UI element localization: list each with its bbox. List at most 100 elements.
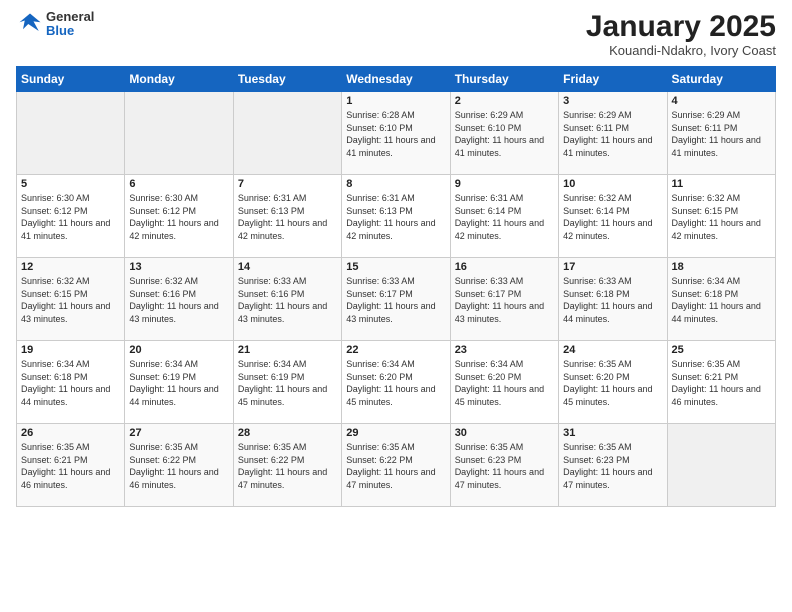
logo: General Blue: [16, 10, 94, 39]
day-number: 30: [455, 427, 554, 439]
day-info: Sunrise: 6:35 AMSunset: 6:22 PMDaylight:…: [238, 441, 337, 491]
col-monday: Monday: [125, 67, 233, 92]
calendar-cell: 30 Sunrise: 6:35 AMSunset: 6:23 PMDayligh…: [450, 424, 558, 507]
calendar-cell: 20Sunrise: 6:34 AMSunset: 6:19 PMDayligh…: [125, 341, 233, 424]
calendar-cell: 27 Sunrise: 6:35 AMSunset: 6:22 PMDayligh…: [125, 424, 233, 507]
day-info: Sunrise: 6:32 AMSunset: 6:14 PMDaylight:…: [563, 192, 662, 242]
calendar-cell: 25 Sunrise: 6:35 AMSunset: 6:21 PMDayligh…: [667, 341, 775, 424]
day-info: Sunrise: 6:32 AMSunset: 6:15 PMDaylight:…: [672, 192, 771, 242]
calendar-cell: 26 Sunrise: 6:35 AMSunset: 6:21 PMDayligh…: [17, 424, 125, 507]
day-info: Sunrise: 6:34 AMSunset: 6:18 PMDaylight:…: [672, 275, 771, 325]
day-number: 16: [455, 261, 554, 273]
location: Kouandi-Ndakro, Ivory Coast: [586, 43, 776, 58]
calendar-cell: 10 Sunrise: 6:32 AMSunset: 6:14 PMDayligh…: [559, 175, 667, 258]
day-info: Sunrise: 6:35 AMSunset: 6:22 PMDaylight:…: [346, 441, 445, 491]
logo-icon: [16, 10, 44, 38]
day-info: Sunrise: 6:33 AMSunset: 6:17 PMDaylight:…: [346, 275, 445, 325]
calendar-cell: 4 Sunrise: 6:29 AMSunset: 6:11 PMDaylight…: [667, 92, 775, 175]
day-info: Sunrise: 6:33 AMSunset: 6:17 PMDaylight:…: [455, 275, 554, 325]
day-info: Sunrise: 6:29 AMSunset: 6:10 PMDaylight:…: [455, 109, 554, 159]
calendar-cell: 11Sunrise: 6:32 AMSunset: 6:15 PMDayligh…: [667, 175, 775, 258]
calendar-cell: 16 Sunrise: 6:33 AMSunset: 6:17 PMDayligh…: [450, 258, 558, 341]
calendar-cell: 18 Sunrise: 6:34 AMSunset: 6:18 PMDayligh…: [667, 258, 775, 341]
day-info: Sunrise: 6:35 AMSunset: 6:22 PMDaylight:…: [129, 441, 228, 491]
day-info: Sunrise: 6:32 AMSunset: 6:16 PMDaylight:…: [129, 275, 228, 325]
calendar-cell: 15Sunrise: 6:33 AMSunset: 6:17 PMDayligh…: [342, 258, 450, 341]
day-number: 24: [563, 344, 662, 356]
day-number: 23: [455, 344, 554, 356]
calendar-cell: 7Sunrise: 6:31 AMSunset: 6:13 PMDaylight…: [233, 175, 341, 258]
day-number: 6: [129, 178, 228, 190]
day-info: Sunrise: 6:29 AMSunset: 6:11 PMDaylight:…: [672, 109, 771, 159]
calendar-cell: 31Sunrise: 6:35 AMSunset: 6:23 PMDayligh…: [559, 424, 667, 507]
day-number: 2: [455, 95, 554, 107]
calendar-cell: 29Sunrise: 6:35 AMSunset: 6:22 PMDayligh…: [342, 424, 450, 507]
calendar-cell: 12 Sunrise: 6:32 AMSunset: 6:15 PMDayligh…: [17, 258, 125, 341]
col-tuesday: Tuesday: [233, 67, 341, 92]
header: General Blue January 2025 Kouandi-Ndakro…: [16, 10, 776, 58]
day-info: Sunrise: 6:35 AMSunset: 6:20 PMDaylight:…: [563, 358, 662, 408]
calendar-week-5: 26 Sunrise: 6:35 AMSunset: 6:21 PMDayligh…: [17, 424, 776, 507]
day-number: 31: [563, 427, 662, 439]
day-number: 4: [672, 95, 771, 107]
calendar-cell: 5 Sunrise: 6:30 AMSunset: 6:12 PMDaylight…: [17, 175, 125, 258]
calendar-cell: [667, 424, 775, 507]
calendar-cell: 22Sunrise: 6:34 AMSunset: 6:20 PMDayligh…: [342, 341, 450, 424]
day-number: 27: [129, 427, 228, 439]
day-number: 13: [129, 261, 228, 273]
day-number: 14: [238, 261, 337, 273]
day-number: 17: [563, 261, 662, 273]
day-number: 5: [21, 178, 120, 190]
calendar-week-4: 19 Sunrise: 6:34 AMSunset: 6:18 PMDayligh…: [17, 341, 776, 424]
day-number: 25: [672, 344, 771, 356]
day-info: Sunrise: 6:35 AMSunset: 6:21 PMDaylight:…: [21, 441, 120, 491]
day-info: Sunrise: 6:28 AMSunset: 6:10 PMDaylight:…: [346, 109, 445, 159]
calendar-cell: 24 Sunrise: 6:35 AMSunset: 6:20 PMDayligh…: [559, 341, 667, 424]
calendar-cell: 23 Sunrise: 6:34 AMSunset: 6:20 PMDayligh…: [450, 341, 558, 424]
calendar-cell: [233, 92, 341, 175]
day-number: 21: [238, 344, 337, 356]
day-number: 7: [238, 178, 337, 190]
calendar-cell: 1Sunrise: 6:28 AMSunset: 6:10 PMDaylight…: [342, 92, 450, 175]
day-info: Sunrise: 6:29 AMSunset: 6:11 PMDaylight:…: [563, 109, 662, 159]
month-year: January 2025: [586, 10, 776, 43]
day-number: 26: [21, 427, 120, 439]
day-number: 10: [563, 178, 662, 190]
calendar-cell: 3 Sunrise: 6:29 AMSunset: 6:11 PMDaylight…: [559, 92, 667, 175]
logo-blue: Blue: [46, 24, 94, 38]
day-info: Sunrise: 6:35 AMSunset: 6:23 PMDaylight:…: [455, 441, 554, 491]
col-wednesday: Wednesday: [342, 67, 450, 92]
calendar-cell: 21Sunrise: 6:34 AMSunset: 6:19 PMDayligh…: [233, 341, 341, 424]
day-number: 9: [455, 178, 554, 190]
day-number: 12: [21, 261, 120, 273]
day-info: Sunrise: 6:30 AMSunset: 6:12 PMDaylight:…: [21, 192, 120, 242]
calendar-week-1: 1Sunrise: 6:28 AMSunset: 6:10 PMDaylight…: [17, 92, 776, 175]
col-saturday: Saturday: [667, 67, 775, 92]
day-info: Sunrise: 6:31 AMSunset: 6:13 PMDaylight:…: [346, 192, 445, 242]
logo-general: General: [46, 10, 94, 24]
day-info: Sunrise: 6:32 AMSunset: 6:15 PMDaylight:…: [21, 275, 120, 325]
calendar-week-3: 12 Sunrise: 6:32 AMSunset: 6:15 PMDayligh…: [17, 258, 776, 341]
day-info: Sunrise: 6:35 AMSunset: 6:21 PMDaylight:…: [672, 358, 771, 408]
calendar-cell: 9 Sunrise: 6:31 AMSunset: 6:14 PMDaylight…: [450, 175, 558, 258]
calendar-cell: 28 Sunrise: 6:35 AMSunset: 6:22 PMDayligh…: [233, 424, 341, 507]
day-info: Sunrise: 6:34 AMSunset: 6:20 PMDaylight:…: [455, 358, 554, 408]
day-info: Sunrise: 6:33 AMSunset: 6:18 PMDaylight:…: [563, 275, 662, 325]
day-number: 20: [129, 344, 228, 356]
title-block: January 2025 Kouandi-Ndakro, Ivory Coast: [586, 10, 776, 58]
col-friday: Friday: [559, 67, 667, 92]
page: General Blue January 2025 Kouandi-Ndakro…: [0, 0, 792, 612]
calendar-cell: [125, 92, 233, 175]
day-info: Sunrise: 6:30 AMSunset: 6:12 PMDaylight:…: [129, 192, 228, 242]
day-number: 19: [21, 344, 120, 356]
calendar-cell: 2 Sunrise: 6:29 AMSunset: 6:10 PMDaylight…: [450, 92, 558, 175]
calendar-cell: 19 Sunrise: 6:34 AMSunset: 6:18 PMDayligh…: [17, 341, 125, 424]
logo-text: General Blue: [46, 10, 94, 39]
calendar-cell: 6 Sunrise: 6:30 AMSunset: 6:12 PMDaylight…: [125, 175, 233, 258]
day-number: 3: [563, 95, 662, 107]
col-thursday: Thursday: [450, 67, 558, 92]
day-number: 28: [238, 427, 337, 439]
day-info: Sunrise: 6:31 AMSunset: 6:14 PMDaylight:…: [455, 192, 554, 242]
day-number: 18: [672, 261, 771, 273]
day-info: Sunrise: 6:34 AMSunset: 6:18 PMDaylight:…: [21, 358, 120, 408]
